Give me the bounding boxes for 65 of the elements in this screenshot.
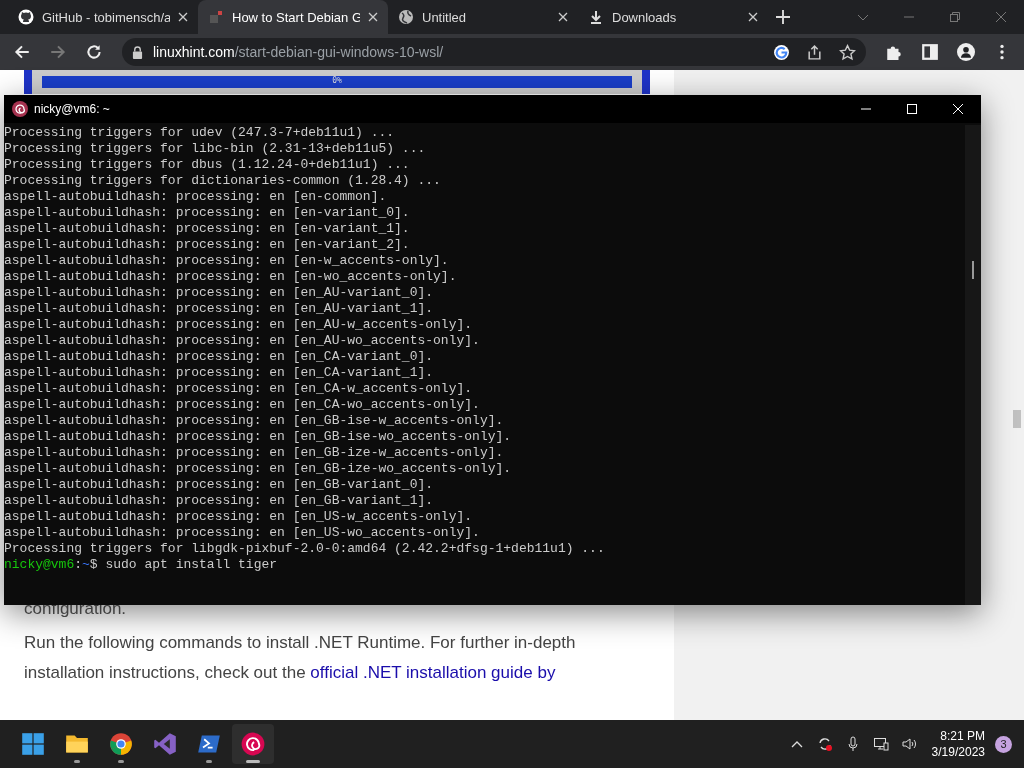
terminal-line: aspell-autobuildhash: processing: en [en-variant_1]. (4, 221, 410, 237)
terminal-line: Processing triggers for dbus (1.12.24-0+deb11u1) ... (4, 157, 410, 173)
site-icon (208, 9, 224, 25)
browser-tab[interactable]: Downloads (578, 0, 768, 34)
terminal-line: aspell-autobuildhash: processing: en [en_GB-ize-w_accents-only]. (4, 445, 504, 461)
terminal-line: Processing triggers for dictionaries-common (1.28.4) ... (4, 173, 441, 189)
terminal-line: Processing triggers for udev (247.3-7+deb11u1) ... (4, 125, 395, 141)
terminal-line: aspell-autobuildhash: processing: en [en_GB-variant_1]. (4, 493, 434, 509)
close-icon[interactable] (368, 12, 378, 22)
restore-icon[interactable] (949, 11, 961, 23)
volume-icon[interactable] (900, 736, 917, 752)
close-icon[interactable] (178, 12, 188, 22)
notification-badge[interactable]: 3 (995, 735, 1012, 753)
debian-icon (12, 101, 28, 117)
terminal-line: Processing triggers for libc-bin (2.31-13+deb11u5) ... (4, 141, 426, 157)
close-icon[interactable] (748, 12, 758, 22)
browser-tab[interactable]: Untitled (388, 0, 578, 34)
visual-studio-icon (153, 732, 177, 756)
terminal-line: aspell-autobuildhash: processing: en [en_AU-variant_0]. (4, 285, 434, 301)
terminal-line: aspell-autobuildhash: processing: en [en_CA-wo_accents-only]. (4, 397, 480, 413)
terminal-line: aspell-autobuildhash: processing: en [en_CA-variant_0]. (4, 349, 434, 365)
terminal-line: Processing triggers for libgdk-pixbuf-2.0-0:amd64 (2.42.2+dfsg-1+deb11u1) ... (4, 541, 605, 557)
chrome-icon (109, 732, 133, 756)
google-icon[interactable] (773, 43, 790, 61)
date-text: 3/19/2023 (931, 744, 985, 760)
guide-link[interactable]: official .NET installation guide by (310, 663, 556, 682)
terminal-line: aspell-autobuildhash: processing: en [en_AU-w_accents-only]. (4, 317, 473, 333)
terminal-line: aspell-autobuildhash: processing: en [en_US-w_accents-only]. (4, 509, 473, 525)
taskbar-button[interactable] (232, 724, 274, 764)
terminal-line: aspell-autobuildhash: processing: en [en-wo_accents-only]. (4, 269, 457, 285)
terminal-line: aspell-autobuildhash: processing: en [en_AU-variant_1]. (4, 301, 434, 317)
globe-icon (398, 9, 414, 25)
terminal-line: aspell-autobuildhash: processing: en [en_GB-ize-wo_accents-only]. (4, 461, 512, 477)
time-text: 8:21 PM (940, 728, 985, 744)
swirl-icon (241, 732, 265, 756)
github-icon (18, 9, 34, 25)
paragraph-text: configuration. (24, 598, 128, 620)
window-title: nicky@vm6: ~ (34, 102, 110, 116)
windows-logo-icon (21, 732, 45, 756)
network-icon[interactable] (872, 736, 889, 752)
progress-bar: 0% (42, 76, 632, 88)
terminal-line: aspell-autobuildhash: processing: en [en_GB-variant_0]. (4, 477, 434, 493)
close-icon[interactable] (558, 12, 568, 22)
clock[interactable]: 8:21 PM 3/19/2023 (931, 728, 985, 760)
terminal-line: aspell-autobuildhash: processing: en [en_GB-ise-w_accents-only]. (4, 413, 504, 429)
share-icon[interactable] (806, 43, 823, 61)
paragraph-text: Run the following commands to install .NET Runtime. For further in-depth installation instructions, check out the official .NET installation guide by (24, 632, 577, 684)
download-icon (588, 9, 604, 25)
scrollbar[interactable] (965, 125, 981, 605)
maximize-icon[interactable] (906, 103, 918, 115)
terminal-line: aspell-autobuildhash: processing: en [en-common]. (4, 189, 387, 205)
lock-icon (132, 45, 143, 59)
command-line: nicky@vm6:~$ sudo apt install tiger (4, 557, 278, 573)
terminal-line: aspell-autobuildhash: processing: en [en_CA-variant_1]. (4, 365, 434, 381)
terminal-line: aspell-autobuildhash: processing: en [en_GB-ise-wo_accents-only]. (4, 429, 512, 445)
terminal-line: aspell-autobuildhash: processing: en [en-variant_2]. (4, 237, 410, 253)
terminal-line: aspell-autobuildhash: processing: en [en_CA-w_accents-only]. (4, 381, 473, 397)
star-icon[interactable] (839, 43, 856, 61)
terminal-line: aspell-autobuildhash: processing: en [en-w_accents-only]. (4, 253, 449, 269)
terminal-line: aspell-autobuildhash: processing: en [en_US-wo_accents-only]. (4, 525, 480, 541)
terminal-line: aspell-autobuildhash: processing: en [en-variant_0]. (4, 205, 410, 221)
new-tab-icon[interactable] (776, 10, 790, 24)
address-bar[interactable]: linuxhint.com/start-debian-gui-windows-10-wsl/ (122, 38, 866, 66)
sync-icon[interactable] (816, 736, 833, 752)
terminal-line: aspell-autobuildhash: processing: en [en_AU-wo_accents-only]. (4, 333, 480, 349)
